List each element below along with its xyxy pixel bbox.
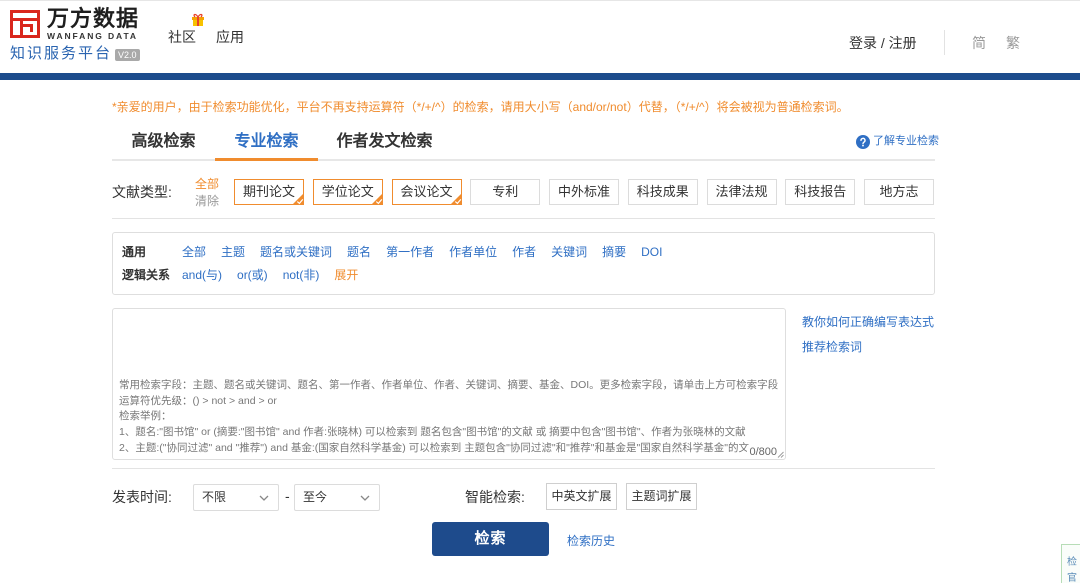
- search-button[interactable]: 检索: [432, 522, 549, 556]
- header-divider: [944, 30, 945, 55]
- expression-box: 常用检索字段：主题、题名或关键词、题名、第一作者、作者单位、作者、关键词、摘要、…: [112, 308, 786, 460]
- widget-text: 检: [1067, 557, 1077, 568]
- doc-type-standard[interactable]: 中外标准: [549, 179, 619, 205]
- field-doi[interactable]: DOI: [641, 245, 662, 259]
- chevron-down-icon: [259, 495, 269, 501]
- tab-advanced-search[interactable]: 高级检索: [112, 131, 215, 159]
- cn-en-expansion-button[interactable]: 中英文扩展: [546, 483, 617, 510]
- filter-row: 发表时间: 不限 - 至今 智能检索: 中英文扩展 主题词扩展: [112, 483, 935, 511]
- doc-type-achievement[interactable]: 科技成果: [627, 179, 698, 205]
- recommended-terms-link[interactable]: 推荐检索词: [802, 339, 862, 355]
- wanfang-logo-icon: [10, 10, 40, 38]
- lang-simplified[interactable]: 简: [972, 35, 986, 51]
- resize-handle-icon[interactable]: [777, 451, 784, 458]
- doc-type-label: 期刊论文: [242, 184, 295, 199]
- logic-label: 逻辑关系: [122, 268, 171, 282]
- tab-professional-search[interactable]: 专业检索: [215, 131, 318, 161]
- help-link[interactable]: 了解专业检索: [856, 134, 939, 149]
- tab-author-search[interactable]: 作者发文检索: [318, 131, 451, 159]
- logic-row: 逻辑关系 and(与) or(或) not(非) 展开: [122, 268, 358, 282]
- logic-not[interactable]: not(非): [283, 268, 320, 282]
- nav-community-label: 社区: [168, 29, 196, 45]
- doc-type-label: 文献类型:: [112, 184, 172, 200]
- search-history-link[interactable]: 检索历史: [567, 534, 615, 548]
- doc-type-label: 学位论文: [321, 184, 374, 199]
- char-counter: 0/800: [747, 446, 777, 458]
- doc-type-report[interactable]: 科技报告: [785, 179, 856, 205]
- doc-type-label: 科技成果: [636, 184, 689, 199]
- search-tabs: 高级检索 专业检索 作者发文检索: [112, 131, 935, 161]
- field-author[interactable]: 作者: [512, 245, 536, 259]
- doc-type-filter: 文献类型: 全部 清除 期刊论文 学位论文 会议论文 专利 中外标准 科技成果 …: [112, 177, 935, 208]
- date-from-value: 不限: [202, 490, 227, 504]
- version-badge: V2.0: [115, 49, 140, 61]
- nav-community[interactable]: 社区: [168, 13, 204, 45]
- field-keyword[interactable]: 关键词: [551, 245, 587, 259]
- lang-traditional[interactable]: 繁: [1006, 35, 1020, 51]
- doc-type-conference[interactable]: 会议论文: [391, 179, 462, 205]
- header-bar: [0, 73, 1080, 80]
- date-from-select[interactable]: 不限: [193, 484, 279, 511]
- doc-type-clear[interactable]: 清除: [195, 194, 219, 208]
- selected-check-icon: [292, 193, 304, 205]
- searchable-fields-box: 通用 全部 主题 题名或关键词 题名 第一作者 作者单位 作者 关键词 摘要 D…: [112, 232, 935, 295]
- expression-input[interactable]: [113, 309, 785, 459]
- smart-search-label: 智能检索:: [465, 489, 525, 505]
- logic-or[interactable]: or(或): [237, 268, 268, 282]
- platform-name: 知识服务平台: [10, 45, 113, 62]
- logo[interactable]: 万方数据 WANFANG DATA 知识服务平台 V2.0: [0, 0, 150, 70]
- floating-side-widget[interactable]: 检 官: [1061, 544, 1080, 583]
- field-title[interactable]: 题名: [347, 245, 371, 259]
- notice-text: *亲爱的用户，由于检索功能优化，平台不再支持运算符（*/+/^）的检索，请用大小…: [112, 100, 849, 114]
- date-to-value: 至今: [303, 490, 328, 504]
- brand-name-en: WANFANG DATA: [47, 31, 138, 41]
- logic-and[interactable]: and(与): [182, 268, 222, 282]
- doc-type-label: 地方志: [879, 184, 919, 199]
- expand-link[interactable]: 展开: [334, 268, 358, 282]
- widget-text: 官: [1067, 573, 1077, 583]
- selected-check-icon: [370, 193, 383, 205]
- help-label: 了解专业检索: [873, 135, 939, 147]
- field-topic[interactable]: 主题: [221, 245, 245, 259]
- chevron-down-icon: [360, 495, 370, 501]
- nav-apps[interactable]: 应用: [216, 29, 244, 45]
- publish-date-label: 发表时间:: [112, 489, 172, 505]
- field-first-author[interactable]: 第一作者: [386, 245, 434, 259]
- top-header: 万方数据 WANFANG DATA 知识服务平台 V2.0 社区 应用 登录 /…: [0, 0, 1080, 80]
- doc-type-gazetteer[interactable]: 地方志: [864, 179, 934, 205]
- doc-type-label: 法律法规: [715, 184, 768, 199]
- doc-type-thesis[interactable]: 学位论文: [312, 179, 383, 205]
- divider: [112, 468, 935, 469]
- field-abstract[interactable]: 摘要: [602, 245, 626, 259]
- field-all[interactable]: 全部: [182, 245, 206, 259]
- gift-icon: [192, 13, 204, 26]
- doc-type-label: 科技报告: [794, 184, 847, 199]
- doc-type-label: 中外标准: [557, 184, 610, 199]
- date-to-select[interactable]: 至今: [294, 484, 380, 511]
- question-circle-icon: [856, 135, 870, 149]
- general-label: 通用: [122, 245, 147, 259]
- top-border: [0, 0, 1080, 1]
- general-fields-row: 通用 全部 主题 题名或关键词 题名 第一作者 作者单位 作者 关键词 摘要 D…: [122, 245, 662, 259]
- doc-type-law[interactable]: 法律法规: [706, 179, 777, 205]
- selected-check-icon: [449, 193, 462, 205]
- doc-type-journal[interactable]: 期刊论文: [234, 179, 304, 205]
- doc-type-patent[interactable]: 专利: [470, 179, 541, 205]
- doc-type-label: 会议论文: [400, 184, 453, 199]
- brand-name: 万方数据: [47, 6, 140, 31]
- doc-type-select-all[interactable]: 全部: [195, 177, 219, 191]
- expression-guide-link[interactable]: 教你如何正确编写表达式: [802, 314, 934, 330]
- doc-type-label: 专利: [492, 184, 519, 199]
- date-separator: -: [285, 488, 290, 504]
- field-title-or-keyword[interactable]: 题名或关键词: [260, 245, 332, 259]
- divider: [112, 218, 935, 219]
- login-register-link[interactable]: 登录 / 注册: [849, 35, 917, 51]
- doc-type-list: 期刊论文 学位论文 会议论文 专利 中外标准 科技成果 法律法规 科技报告 地方…: [234, 179, 934, 205]
- subject-term-expansion-button[interactable]: 主题词扩展: [626, 483, 697, 510]
- field-affiliation[interactable]: 作者单位: [449, 245, 497, 259]
